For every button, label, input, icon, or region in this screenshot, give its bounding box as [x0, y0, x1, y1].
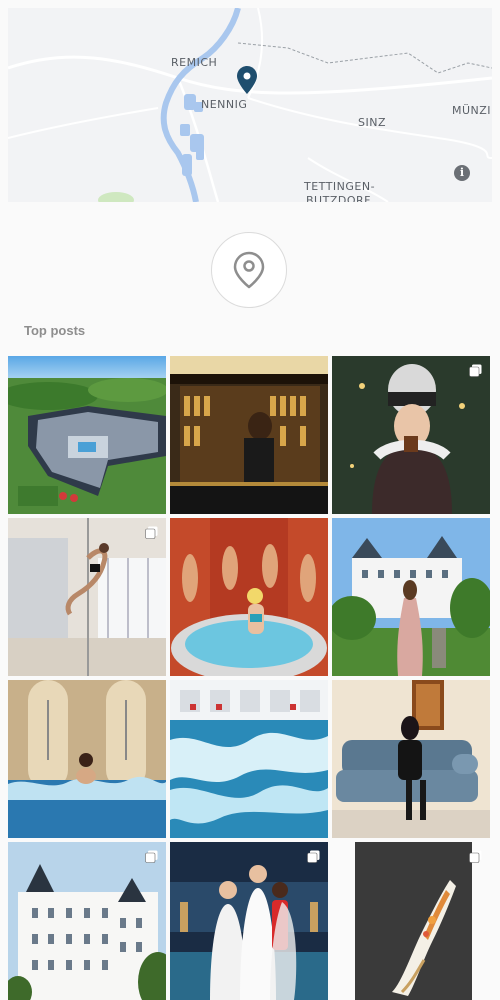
post-tile[interactable] [332, 356, 490, 514]
post-tile[interactable] [170, 842, 328, 1000]
post-tile[interactable] [332, 518, 490, 676]
post-tile[interactable] [170, 680, 328, 838]
post-tile[interactable] [170, 518, 328, 676]
multi-post-icon [469, 364, 482, 377]
map-info-icon[interactable]: i [454, 165, 470, 181]
post-tile[interactable] [8, 842, 166, 1000]
post-tile[interactable] [8, 356, 166, 514]
multi-post-icon [469, 850, 482, 863]
location-pin-icon [211, 232, 287, 308]
map-label-butzdorf: BUTZDORF [306, 194, 371, 202]
location-header: Top posts [8, 202, 492, 352]
map-label-munzi: MÜNZI [452, 104, 492, 117]
post-tile[interactable] [8, 518, 166, 676]
multi-post-icon [145, 850, 158, 863]
map-label-remich: REMICH [171, 56, 218, 69]
top-posts-heading: Top posts [24, 323, 86, 338]
map-label-sinz: SINZ [358, 116, 386, 129]
post-tile[interactable] [170, 356, 328, 514]
map-label-tettingen: TETTINGEN- [304, 180, 376, 193]
map-graphic [8, 8, 492, 202]
location-map[interactable]: REMICH NENNIG SINZ TETTINGEN- BUTZDORF M… [8, 8, 492, 202]
map-label-nennig: NENNIG [201, 98, 248, 111]
multi-post-icon [307, 850, 320, 863]
post-tile[interactable] [332, 680, 490, 838]
multi-post-icon [145, 526, 158, 539]
post-tile[interactable] [332, 842, 490, 1000]
post-tile[interactable] [8, 680, 166, 838]
